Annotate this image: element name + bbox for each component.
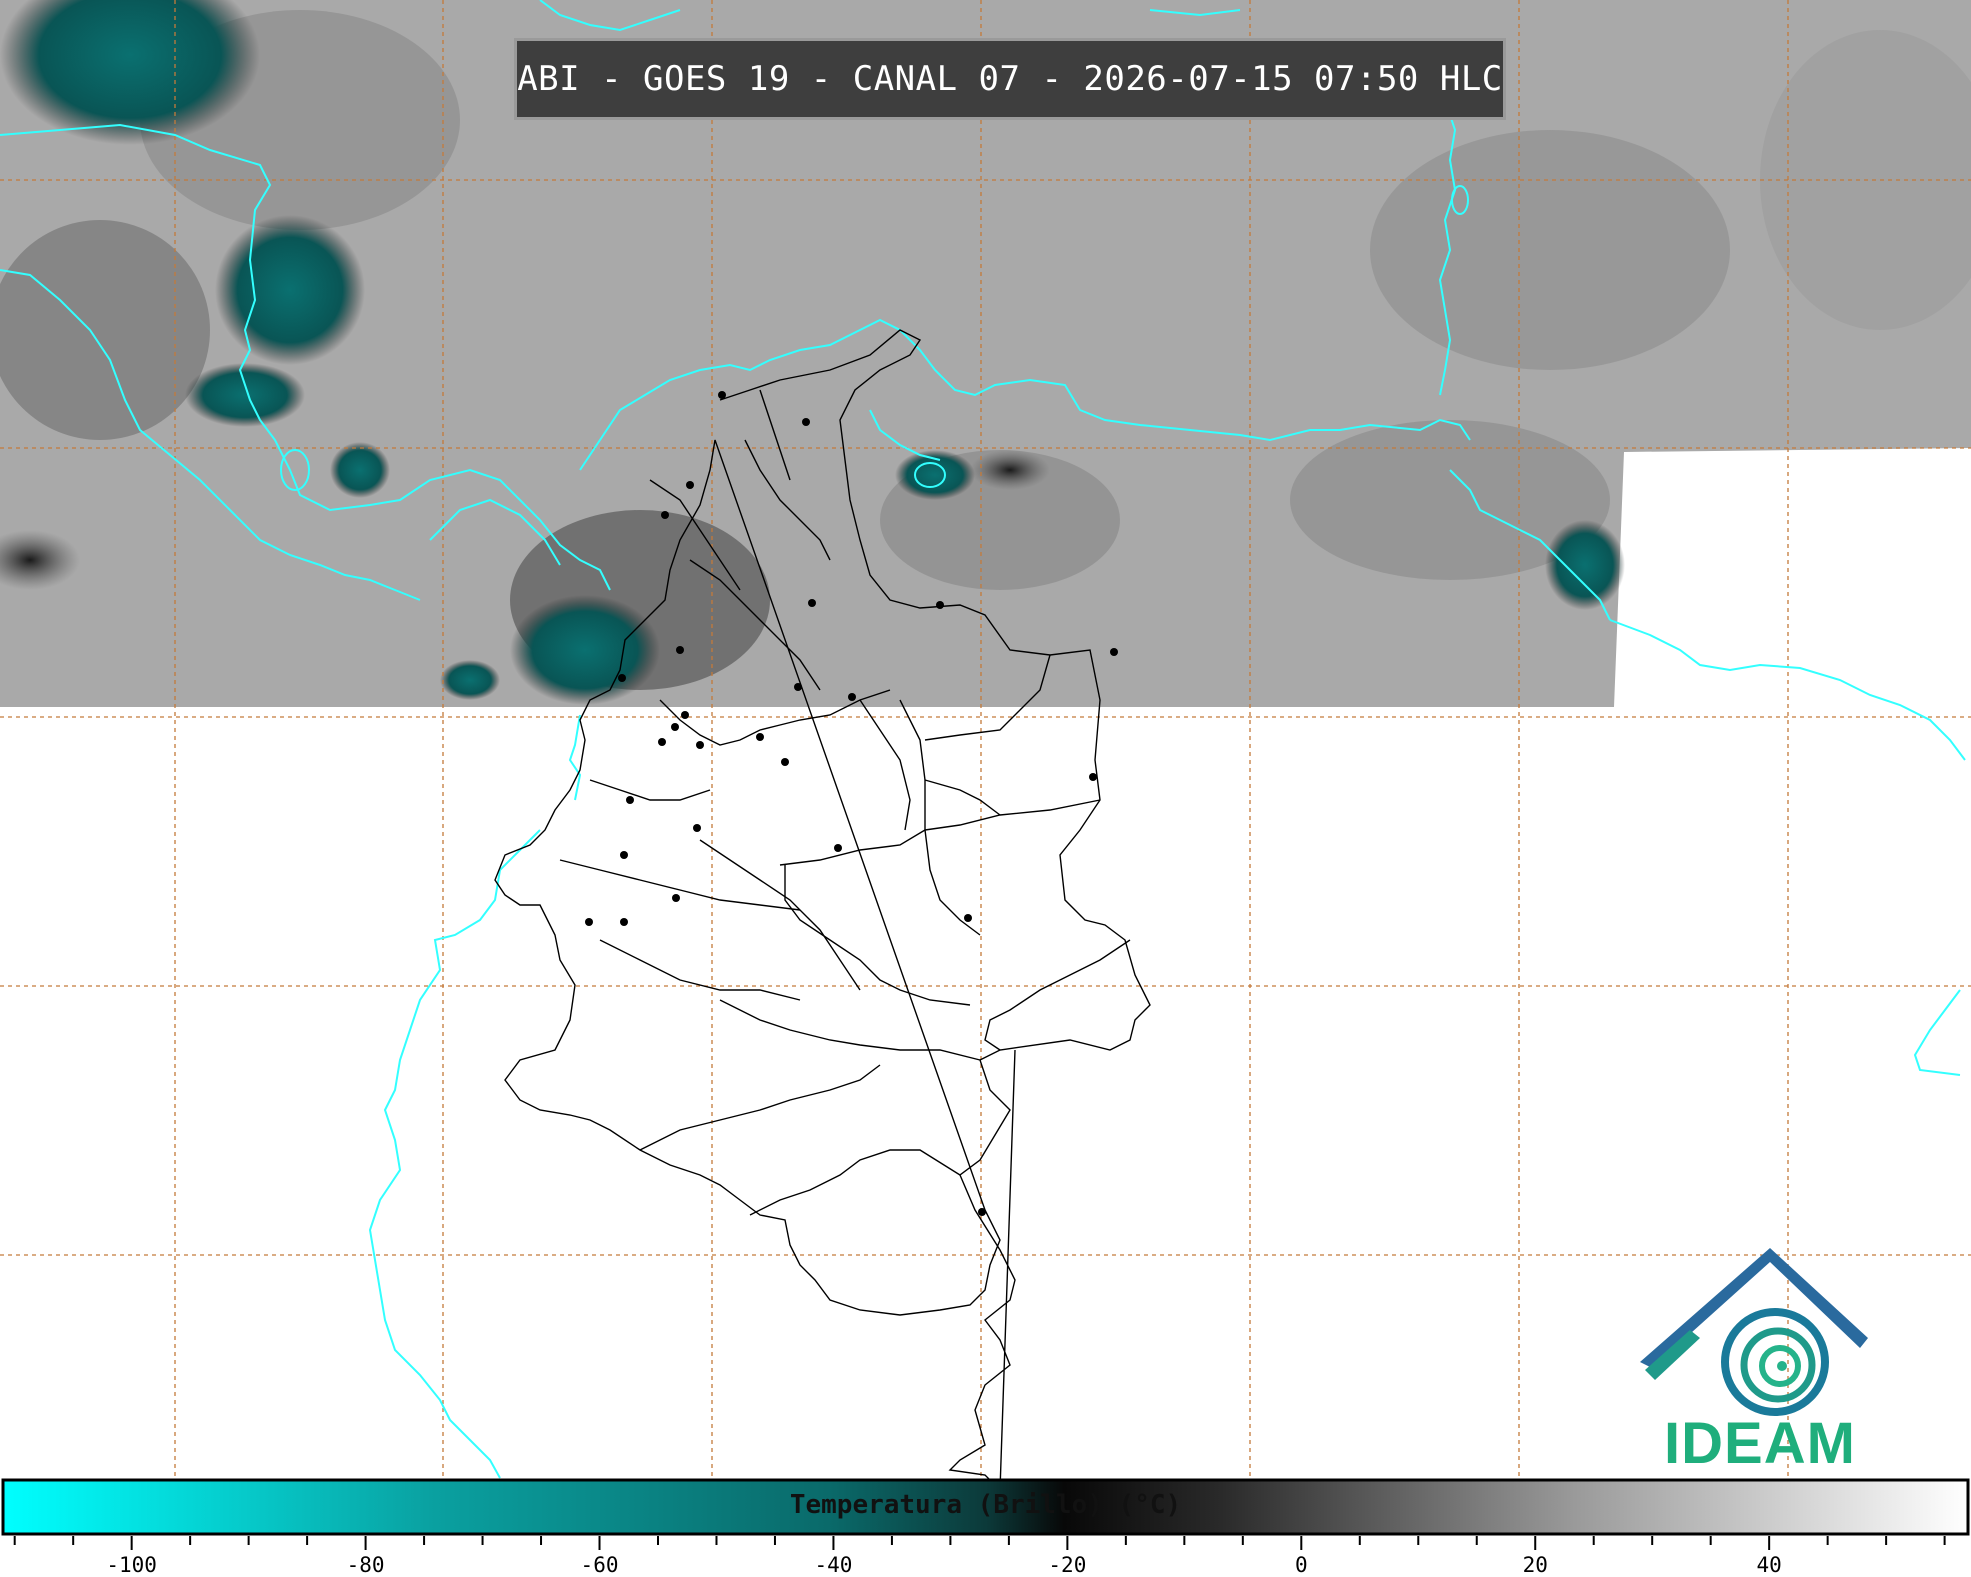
city-marker [696, 741, 704, 749]
tick-label: -80 [346, 1553, 385, 1577]
tick-label: 20 [1522, 1553, 1548, 1577]
city-marker [978, 1208, 986, 1216]
cloud-region [1370, 130, 1730, 370]
department-border [779, 829, 926, 866]
city-marker [620, 918, 628, 926]
cold-cloud [185, 363, 305, 427]
logo-text: IDEAM [1664, 1411, 1856, 1476]
coastline [368, 829, 541, 1479]
tick-label: -60 [580, 1553, 619, 1577]
department-border [699, 839, 861, 991]
cold-cloud [510, 595, 660, 705]
department-border [719, 999, 981, 1061]
tick-label: -20 [1048, 1553, 1087, 1577]
cold-cloud [440, 660, 500, 700]
city-marker [676, 646, 684, 654]
city-marker [794, 683, 802, 691]
satellite-map [0, 0, 1971, 1550]
logo-eye [1721, 1308, 1829, 1416]
city-marker [681, 711, 689, 719]
department-border [559, 859, 801, 911]
tick-label: -100 [106, 1553, 157, 1577]
department-border [899, 699, 981, 936]
cloud-region [0, 220, 210, 440]
logo-pupil [1777, 1361, 1787, 1371]
cold-cloud [330, 442, 390, 498]
city-marker [802, 418, 810, 426]
tick-label: 0 [1294, 1553, 1308, 1577]
coastline [1913, 989, 1961, 1076]
city-marker [658, 738, 666, 746]
city-marker [585, 918, 593, 926]
ideam-logo [1640, 1248, 1868, 1416]
department-border [784, 865, 971, 1006]
department-border [924, 799, 1101, 831]
city-marker [808, 599, 816, 607]
city-marker [834, 844, 842, 852]
city-marker [848, 693, 856, 701]
tick-label: 40 [1756, 1553, 1782, 1577]
department-border [639, 1064, 881, 1151]
cold-cloud [895, 450, 975, 500]
city-marker [693, 824, 701, 832]
colorbar-ticks [13, 1536, 1946, 1550]
city-marker [781, 758, 789, 766]
city-marker [718, 391, 726, 399]
city-marker [936, 601, 944, 609]
city-marker [1110, 648, 1118, 656]
tick-label: -40 [814, 1553, 853, 1577]
city-marker [756, 733, 764, 741]
department-border [599, 939, 801, 1001]
department-border [924, 779, 1001, 816]
city-marker [1089, 773, 1097, 781]
cold-cloud [215, 215, 365, 365]
department-border [749, 1149, 961, 1216]
city-marker [964, 914, 972, 922]
department-border [859, 699, 911, 831]
colorbar-label: Temperatura (Brillo) (°C) [789, 1490, 1182, 1520]
department-border [589, 779, 711, 801]
cold-cloud [970, 450, 1050, 490]
city-marker [671, 723, 679, 731]
city-marker [672, 894, 680, 902]
city-marker [661, 511, 669, 519]
city-marker [618, 674, 626, 682]
city-marker [686, 481, 694, 489]
city-marker [626, 796, 634, 804]
department-border [984, 939, 1131, 1051]
city-marker [620, 851, 628, 859]
cold-cloud [1545, 520, 1625, 610]
map-title: ABI - GOES 19 - CANAL 07 - 2026-07-15 07… [514, 38, 1506, 120]
